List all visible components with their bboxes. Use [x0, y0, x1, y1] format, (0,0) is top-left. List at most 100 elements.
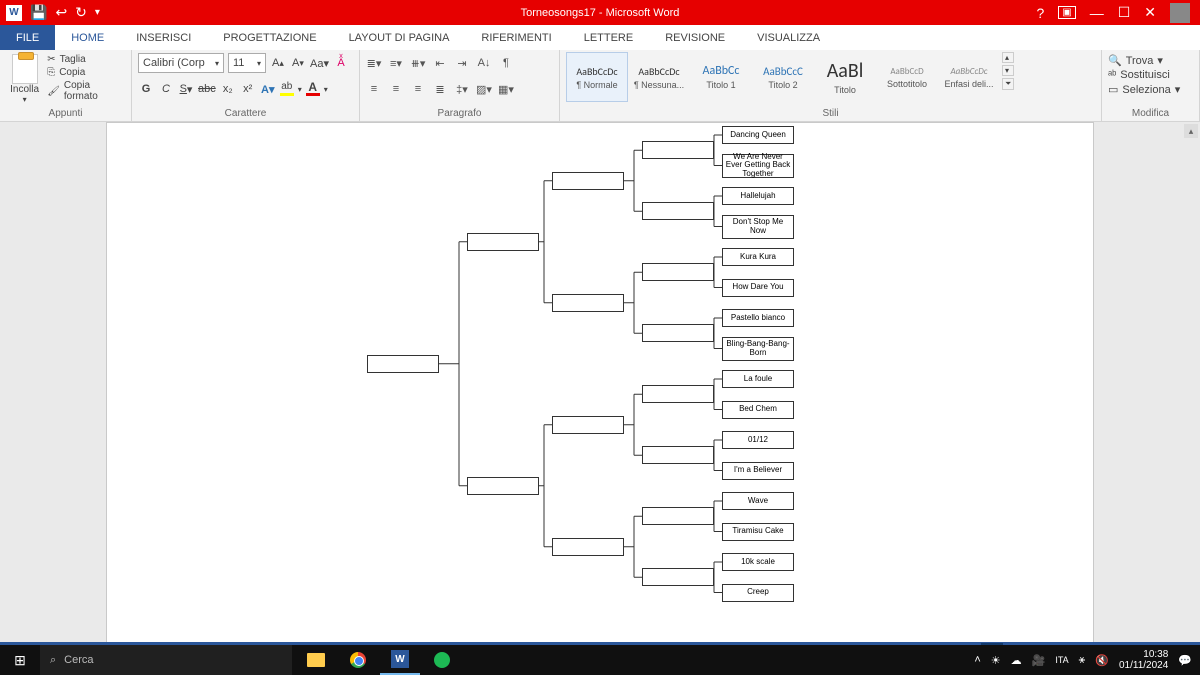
- bracket-song[interactable]: La foule: [722, 370, 794, 388]
- undo-icon[interactable]: ↩: [55, 4, 67, 21]
- spotify-icon[interactable]: [422, 645, 462, 675]
- style-item[interactable]: AaBlTitolo: [814, 52, 876, 102]
- gallery-up-icon[interactable]: ▴: [1002, 52, 1014, 63]
- maximize-icon[interactable]: ☐: [1118, 4, 1131, 21]
- tab-references[interactable]: RIFERIMENTI: [465, 25, 567, 50]
- bracket-slot[interactable]: [642, 141, 714, 159]
- strike-icon[interactable]: abc: [198, 80, 216, 98]
- bracket-song[interactable]: Kura Kura: [722, 248, 794, 266]
- bold-icon[interactable]: G: [138, 80, 154, 98]
- bracket-slot[interactable]: [552, 416, 624, 434]
- align-left-icon[interactable]: ≡: [366, 81, 382, 97]
- help-icon[interactable]: ?: [1036, 5, 1044, 21]
- bracket-slot[interactable]: [642, 263, 714, 281]
- bracket-slot[interactable]: [642, 568, 714, 586]
- start-button[interactable]: ⊞: [0, 652, 40, 669]
- copy-button[interactable]: ⎘Copia: [47, 67, 125, 78]
- bracket-slot[interactable]: [642, 446, 714, 464]
- bracket-slot[interactable]: [642, 385, 714, 403]
- bracket-song[interactable]: I'm a Believer: [722, 462, 794, 480]
- wifi-icon[interactable]: ⚹: [1079, 654, 1086, 667]
- tab-design[interactable]: PROGETTAZIONE: [207, 25, 332, 50]
- redo-icon[interactable]: ↻: [75, 4, 87, 21]
- bracket-slot[interactable]: [552, 538, 624, 556]
- paste-button[interactable]: Incolla ▾: [6, 52, 43, 104]
- bracket-song[interactable]: Don't Stop Me Now: [722, 215, 794, 239]
- style-gallery[interactable]: AaBbCcDc¶ NormaleAaBbCcDc¶ Nessuna...AaB…: [566, 52, 1000, 104]
- bracket-slot[interactable]: [552, 294, 624, 312]
- bracket-song[interactable]: Pastello bianco: [722, 309, 794, 327]
- notification-icon[interactable]: 💬: [1178, 654, 1192, 667]
- account-icon[interactable]: [1170, 3, 1190, 23]
- tab-mailings[interactable]: LETTERE: [568, 25, 650, 50]
- multilevel-icon[interactable]: ⧻▾: [410, 55, 426, 71]
- tab-home[interactable]: HOME: [55, 25, 120, 50]
- change-case-icon[interactable]: Aa▾: [310, 54, 329, 72]
- style-item[interactable]: AaBbCcDc¶ Normale: [566, 52, 628, 102]
- align-center-icon[interactable]: ≡: [388, 81, 404, 97]
- bracket-slot[interactable]: [467, 233, 539, 251]
- grow-font-icon[interactable]: A▴: [270, 54, 286, 72]
- indent-icon[interactable]: ⇥: [454, 55, 470, 71]
- tray-chevron-icon[interactable]: ˄: [974, 654, 980, 666]
- bracket-song[interactable]: Bed Chem: [722, 401, 794, 419]
- style-item[interactable]: AaBbCcTitolo 1: [690, 52, 752, 102]
- style-item[interactable]: AaBbCcDcEnfasi deli...: [938, 52, 1000, 102]
- pilcrow-icon[interactable]: ¶: [498, 55, 514, 71]
- tab-file[interactable]: FILE: [0, 25, 55, 50]
- sort-icon[interactable]: A↓: [476, 55, 492, 71]
- bracket-song[interactable]: Hallelujah: [722, 187, 794, 205]
- bracket-song[interactable]: 10k scale: [722, 553, 794, 571]
- weather-icon[interactable]: ☀: [991, 654, 1001, 667]
- document-area[interactable]: ▴ Dancing QueenWe Are Never Ever Getting…: [0, 122, 1200, 642]
- numbering-icon[interactable]: ≡▾: [388, 55, 404, 71]
- subscript-icon[interactable]: x₂: [220, 80, 236, 98]
- bracket-song[interactable]: Wave: [722, 492, 794, 510]
- shading-icon[interactable]: ▨▾: [476, 81, 492, 97]
- outdent-icon[interactable]: ⇤: [432, 55, 448, 71]
- bracket-slot[interactable]: [642, 202, 714, 220]
- style-item[interactable]: AaBbCcDSottotitolo: [876, 52, 938, 102]
- qat-more-icon[interactable]: ▾: [95, 7, 100, 18]
- volume-icon[interactable]: 🔇: [1095, 654, 1109, 667]
- format-painter-button[interactable]: 🖌Copia formato: [47, 80, 125, 102]
- tab-layout[interactable]: LAYOUT DI PAGINA: [333, 25, 466, 50]
- clock[interactable]: 10:38 01/11/2024: [1119, 649, 1168, 671]
- cut-button[interactable]: ✂Taglia: [47, 54, 125, 65]
- explorer-icon[interactable]: [296, 645, 336, 675]
- select-button[interactable]: ▭Seleziona ▾: [1108, 83, 1180, 96]
- tab-insert[interactable]: INSERISCI: [120, 25, 207, 50]
- highlight-icon[interactable]: ab: [280, 82, 294, 96]
- bracket-song[interactable]: We Are Never Ever Getting Back Together: [722, 154, 794, 178]
- bullets-icon[interactable]: ≣▾: [366, 55, 382, 71]
- align-right-icon[interactable]: ≡: [410, 81, 426, 97]
- taskbar-search[interactable]: ⌕ Cerca: [40, 645, 292, 675]
- bracket-slot[interactable]: [552, 172, 624, 190]
- font-name-select[interactable]: Calibri (Corp▾: [138, 53, 224, 73]
- font-color-icon[interactable]: A: [306, 82, 320, 96]
- font-size-select[interactable]: 11▾: [228, 53, 266, 73]
- onedrive-icon[interactable]: ☁: [1011, 654, 1022, 667]
- find-button[interactable]: 🔍Trova ▾: [1108, 54, 1180, 67]
- chrome-icon[interactable]: [338, 645, 378, 675]
- bracket-slot[interactable]: [642, 507, 714, 525]
- word-taskbar-icon[interactable]: W: [380, 645, 420, 675]
- text-effects-icon[interactable]: A▾: [260, 80, 276, 98]
- replace-button[interactable]: ᵃᵇSostituisci: [1108, 69, 1180, 81]
- style-item[interactable]: AaBbCcDc¶ Nessuna...: [628, 52, 690, 102]
- tab-review[interactable]: REVISIONE: [649, 25, 741, 50]
- superscript-icon[interactable]: x²: [240, 80, 256, 98]
- bracket-song[interactable]: Creep: [722, 584, 794, 602]
- bracket-slot[interactable]: [467, 477, 539, 495]
- save-icon[interactable]: 💾: [30, 4, 47, 21]
- tab-view[interactable]: VISUALIZZA: [741, 25, 836, 50]
- bracket-slot[interactable]: [367, 355, 439, 373]
- meet-icon[interactable]: 🎥: [1032, 654, 1046, 667]
- underline-icon[interactable]: S▾: [178, 80, 194, 98]
- ribbon-options-icon[interactable]: ▣: [1058, 6, 1075, 19]
- bracket-song[interactable]: Bling-Bang-Bang-Born: [722, 337, 794, 361]
- minimize-icon[interactable]: —: [1090, 5, 1104, 21]
- justify-icon[interactable]: ≣: [432, 81, 448, 97]
- line-spacing-icon[interactable]: ‡▾: [454, 81, 470, 97]
- bracket-song[interactable]: Tiramisu Cake: [722, 523, 794, 541]
